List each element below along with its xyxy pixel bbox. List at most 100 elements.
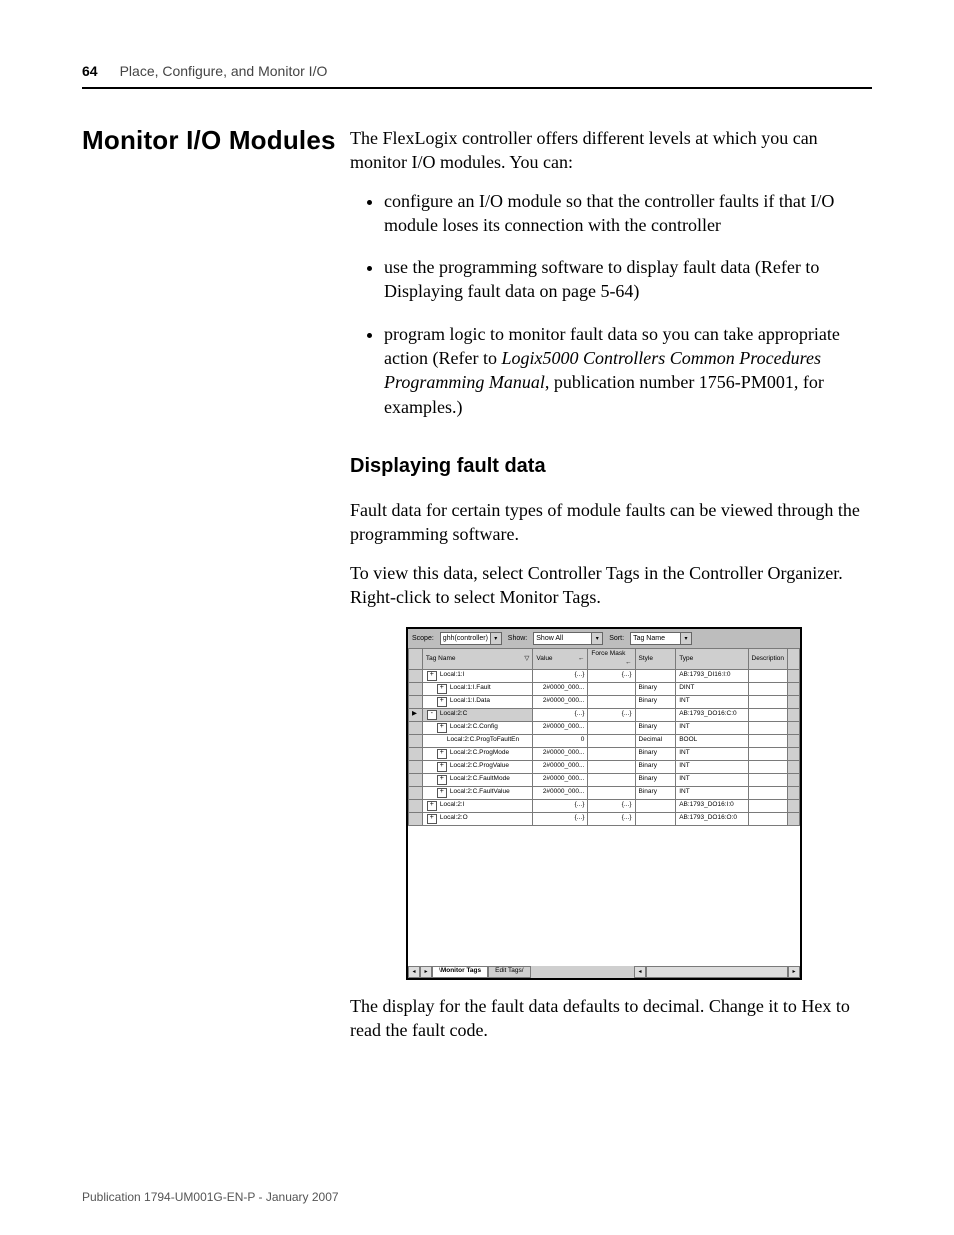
sort-label: Sort: [609, 634, 624, 643]
description-cell[interactable] [748, 760, 788, 773]
description-cell[interactable] [748, 708, 788, 721]
table-row[interactable]: +Local:1:I.Data2#0000_000...BinaryINT [409, 695, 800, 708]
force-mask-cell[interactable]: {...} [588, 708, 635, 721]
tags-grid[interactable]: Tag Name ▽ Value ← Force Mask ← Style Ty… [408, 648, 800, 826]
tab-monitor-tags[interactable]: \ Monitor Tags [432, 966, 488, 978]
value-cell[interactable]: {...} [533, 812, 588, 825]
description-cell[interactable] [748, 682, 788, 695]
chevron-down-icon: ▾ [490, 633, 501, 644]
value-cell[interactable]: 2#0000_000... [533, 695, 588, 708]
tag-name-cell[interactable]: +Local:2:C.ProgValue [422, 760, 533, 773]
table-row[interactable]: +Local:2:C.Config2#0000_000... BinaryINT [409, 721, 800, 734]
type-cell: INT [676, 773, 748, 786]
description-cell[interactable] [748, 812, 788, 825]
force-mask-cell[interactable] [588, 747, 635, 760]
tag-name-cell[interactable]: +Local:2:I [422, 799, 533, 812]
table-row[interactable]: +Local:1:I.Fault2#0000_000...BinaryDINT [409, 682, 800, 695]
tag-name-cell[interactable]: +Local:1:I.Fault [422, 682, 533, 695]
subheading: Displaying fault data [350, 453, 872, 480]
style-cell[interactable]: Binary [635, 773, 676, 786]
description-cell[interactable] [748, 669, 788, 682]
force-mask-cell[interactable] [588, 682, 635, 695]
scroll-left-button[interactable]: ◂ [634, 966, 646, 978]
tag-name-cell[interactable]: +Local:1:I.Data [422, 695, 533, 708]
description-cell[interactable] [748, 773, 788, 786]
table-row[interactable]: +Local:2:C.FaultMode2#0000_000... BinaryI… [409, 773, 800, 786]
body-paragraph: To view this data, select Controller Tag… [350, 561, 872, 610]
value-cell[interactable]: 2#0000_000... [533, 747, 588, 760]
row-trailer [788, 708, 800, 721]
table-row[interactable]: +Local:2:C.ProgMode2#0000_000...BinaryIN… [409, 747, 800, 760]
description-cell[interactable] [748, 786, 788, 799]
style-cell[interactable]: Binary [635, 695, 676, 708]
style-cell[interactable]: Binary [635, 786, 676, 799]
row-marker [409, 695, 423, 708]
force-mask-cell[interactable]: {...} [588, 812, 635, 825]
intro-paragraph: The FlexLogix controller offers differen… [350, 126, 872, 175]
tag-name-cell[interactable]: +Local:2:C.FaultValue [422, 786, 533, 799]
style-cell[interactable] [635, 708, 676, 721]
force-mask-cell[interactable] [588, 721, 635, 734]
row-marker [409, 786, 423, 799]
force-mask-cell[interactable]: {...} [588, 799, 635, 812]
style-cell[interactable]: Binary [635, 682, 676, 695]
value-cell[interactable]: 2#0000_000... [533, 682, 588, 695]
row-trailer [788, 786, 800, 799]
table-row[interactable]: +Local:2:C.FaultValue2#0000_000... Binary… [409, 786, 800, 799]
value-cell[interactable]: 2#0000_000... [533, 773, 588, 786]
row-marker [409, 773, 423, 786]
tag-name-cell[interactable]: +Local:2:O [422, 812, 533, 825]
table-row[interactable]: +Local:2:I{...}{...}AB:1793_DO16:I:0 [409, 799, 800, 812]
style-cell[interactable]: Decimal [635, 734, 676, 747]
sort-dropdown[interactable]: Tag Name▾ [630, 632, 692, 645]
value-cell[interactable]: 2#0000_000... [533, 721, 588, 734]
show-label: Show: [508, 634, 527, 643]
value-cell[interactable]: {...} [533, 669, 588, 682]
force-mask-cell[interactable]: {...} [588, 669, 635, 682]
force-mask-cell[interactable] [588, 734, 635, 747]
description-cell[interactable] [748, 799, 788, 812]
row-marker [409, 721, 423, 734]
style-cell[interactable] [635, 799, 676, 812]
style-cell[interactable] [635, 669, 676, 682]
description-cell[interactable] [748, 695, 788, 708]
value-cell[interactable]: 0 [533, 734, 588, 747]
scroll-right-button[interactable]: ▸ [788, 966, 800, 978]
show-dropdown[interactable]: Show All▾ [533, 632, 603, 645]
tag-name-cell[interactable]: +Local:1:I [422, 669, 533, 682]
tag-name-cell[interactable]: +Local:2:C.Config [422, 721, 533, 734]
description-cell[interactable] [748, 721, 788, 734]
tab-nav-prev[interactable]: ▸ [420, 966, 432, 978]
table-row[interactable]: +Local:2:C.ProgValue2#0000_000...BinaryI… [409, 760, 800, 773]
style-cell[interactable]: Binary [635, 747, 676, 760]
table-row[interactable]: +Local:1:I{...}{...}AB:1793_DI16:I:0 [409, 669, 800, 682]
description-cell[interactable] [748, 734, 788, 747]
force-mask-cell[interactable] [588, 760, 635, 773]
force-mask-cell[interactable] [588, 773, 635, 786]
tag-name-cell[interactable]: Local:2:C.ProgToFaultEn [422, 734, 533, 747]
style-cell[interactable]: Binary [635, 760, 676, 773]
description-cell[interactable] [748, 747, 788, 760]
tag-name-cell[interactable]: -Local:2:C [422, 708, 533, 721]
table-row[interactable]: Local:2:C.ProgToFaultEn0DecimalBOOL [409, 734, 800, 747]
force-mask-cell[interactable] [588, 786, 635, 799]
table-row[interactable]: ▶-Local:2:C{...}{...}AB:1793_DO16:C:0 [409, 708, 800, 721]
sheet-tabstrip: ◂ ▸ \ Monitor Tags Edit Tags / ◂ ▸ [408, 966, 800, 978]
force-mask-cell[interactable] [588, 695, 635, 708]
scope-dropdown[interactable]: ghh(controller)▾ [440, 632, 502, 645]
tab-edit-tags[interactable]: Edit Tags / [488, 966, 530, 978]
value-cell[interactable]: 2#0000_000... [533, 786, 588, 799]
bullet-item: use the programming software to display … [384, 255, 872, 304]
value-cell[interactable]: {...} [533, 799, 588, 812]
style-cell[interactable]: Binary [635, 721, 676, 734]
bullet-item: configure an I/O module so that the cont… [384, 189, 872, 238]
row-marker [409, 669, 423, 682]
tab-nav-first[interactable]: ◂ [408, 966, 420, 978]
style-cell[interactable] [635, 812, 676, 825]
value-cell[interactable]: 2#0000_000... [533, 760, 588, 773]
tag-name-cell[interactable]: +Local:2:C.FaultMode [422, 773, 533, 786]
value-cell[interactable]: {...} [533, 708, 588, 721]
type-cell: INT [676, 721, 748, 734]
table-row[interactable]: +Local:2:O{...}{...}AB:1793_DO16:O:0 [409, 812, 800, 825]
tag-name-cell[interactable]: +Local:2:C.ProgMode [422, 747, 533, 760]
